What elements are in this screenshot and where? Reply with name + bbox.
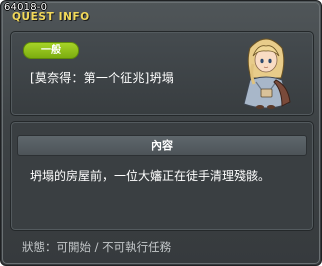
quest-content-panel: 內容 坍塌的房屋前，一位大嬸正在徒手清理殘骸。 [10, 121, 314, 231]
quest-info-window: 64018-0 QUEST INFO 一般 [莫奈得：第一个征兆]坍塌 內容 坍… [0, 0, 322, 266]
quest-summary-panel: 一般 [莫奈得：第一个征兆]坍塌 [10, 31, 314, 116]
content-section-header: 內容 [17, 135, 307, 156]
npc-portrait-icon [243, 38, 291, 109]
category-badge: 一般 [23, 42, 79, 59]
window-title: QUEST INFO [12, 11, 90, 23]
quest-description: 坍塌的房屋前，一位大嬸正在徒手清理殘骸。 [30, 169, 271, 183]
quest-name: [莫奈得：第一个征兆]坍塌 [30, 71, 174, 85]
quest-status: 狀態：可開始 / 不可執行任務 [22, 240, 172, 254]
